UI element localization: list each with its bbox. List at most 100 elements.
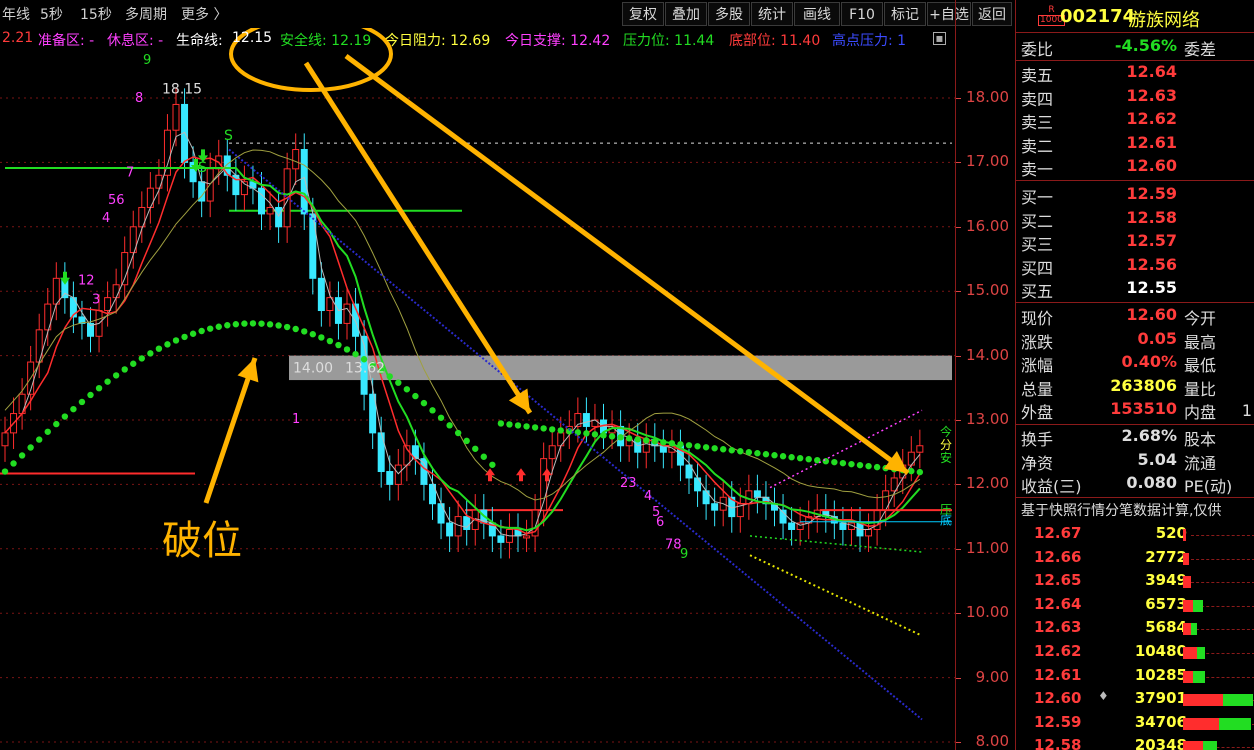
tick-bar-green: [1223, 694, 1253, 707]
sequence-label: 4: [644, 489, 652, 504]
safety-line-dot: [78, 398, 86, 406]
price-tick-label: 14.00: [966, 345, 1009, 364]
candle-body: [582, 413, 590, 427]
stat-value: 153510: [1110, 399, 1177, 419]
sequence-label: 6: [656, 515, 664, 530]
stats-button[interactable]: 统计: [751, 2, 793, 26]
safety-line-dot: [839, 459, 847, 467]
sell-row[interactable]: 卖五 12.64: [1016, 62, 1254, 85]
safety-line-dot: [292, 325, 299, 333]
sell-price: 12.63: [1126, 85, 1177, 105]
safety-line-dot: [796, 454, 804, 462]
draw-line-button[interactable]: 画线: [794, 2, 840, 26]
safety-line-dot: [343, 346, 351, 353]
safety-line-dot: [831, 458, 838, 466]
price-tick-label: 8.00: [975, 732, 1009, 750]
s-signal-label: S: [198, 160, 207, 176]
up-arrow-icon: [516, 468, 526, 482]
safety-line-dot: [472, 445, 479, 452]
period-more[interactable]: 更多 〉: [181, 4, 227, 24]
sequence-label: 4: [102, 211, 110, 226]
stat-label: 涨跌: [1021, 332, 1054, 352]
sell-price: 12.62: [1126, 109, 1177, 129]
sell-row[interactable]: 卖四 12.63: [1016, 86, 1254, 109]
safety-line-dot: [523, 423, 530, 430]
safety-line-dot: [189, 330, 197, 337]
tick-row: 12.62 10480: [1016, 642, 1254, 665]
period-multi[interactable]: 多周期: [125, 4, 167, 24]
multi-stock-button[interactable]: 多股: [708, 2, 750, 26]
price-tick-mark: [956, 291, 961, 293]
candle-body: [882, 490, 890, 511]
safety-line-dot: [762, 451, 770, 458]
weibi-value: -4.56%: [1114, 36, 1177, 55]
price-tick-mark: [956, 548, 961, 550]
candle-body: [112, 284, 120, 299]
stat2-label: 换手: [1021, 430, 1054, 449]
buy-row[interactable]: 买四 12.56: [1016, 255, 1254, 278]
tick-price: 12.59: [1034, 712, 1082, 731]
tick-volume: 5684: [1145, 618, 1187, 637]
tick-volume: 3949: [1145, 571, 1187, 590]
right-tag-label: 底: [940, 512, 952, 527]
safety-line-dot: [326, 337, 334, 345]
buy-row[interactable]: 买五 12.55: [1016, 278, 1254, 301]
buy-price: 12.57: [1126, 231, 1177, 251]
price-tick-label: 13.00: [966, 410, 1009, 428]
sequence-label: 9: [680, 547, 688, 562]
buy-row[interactable]: 买一 12.59: [1016, 184, 1254, 207]
indicator-shengming-label: 生命线:: [176, 33, 223, 49]
price-tick-mark: [956, 98, 961, 99]
safety-line-dot: [771, 452, 778, 459]
candle-body: [865, 528, 873, 537]
expand-icon[interactable]: ▪: [933, 32, 946, 45]
safety-line-dot: [70, 405, 77, 413]
price-tick-mark: [956, 162, 961, 164]
tick-bar-green: [1203, 741, 1217, 750]
safety-line-dot: [352, 350, 359, 358]
tick-bar-green: [1193, 670, 1205, 683]
safety-line-dot: [429, 407, 436, 414]
safety-line-dot: [557, 427, 564, 434]
safety-line-dot: [266, 321, 274, 328]
indicator-gaodian: 高点压力: 1: [832, 33, 907, 49]
safety-line-dot: [181, 333, 188, 341]
fuquan-button[interactable]: 复权: [622, 2, 664, 26]
safety-line-dot: [805, 455, 812, 463]
safety-line-dot: [318, 334, 325, 341]
sell-label: 卖二: [1021, 136, 1054, 156]
sequence-label: 3: [92, 293, 100, 308]
stat-row: 涨跌 0.05 最高: [1016, 329, 1254, 352]
kline-chart[interactable]: 18.15 14.00 13.62 9 8 7 56 4 12 3 1 23 4 5 6 78 9 S S 今分安压底: [0, 16, 1014, 750]
safety-line-dot: [36, 436, 43, 443]
buy-price: 12.58: [1126, 207, 1177, 227]
safety-line-dot: [95, 384, 103, 392]
sell-row[interactable]: 卖二 12.61: [1016, 133, 1254, 156]
period-year[interactable]: 年线: [2, 4, 30, 24]
buy-row[interactable]: 买二 12.58: [1016, 208, 1254, 231]
safety-line-dot: [591, 431, 599, 438]
sell-row[interactable]: 卖三 12.62: [1016, 109, 1254, 132]
period-15s[interactable]: 15秒: [80, 4, 112, 24]
safety-line-dot: [489, 461, 496, 468]
f10-button[interactable]: F10: [841, 2, 883, 26]
sell-label: 卖五: [1021, 66, 1054, 85]
candle-body: [155, 174, 163, 189]
mark-button[interactable]: 标记: [884, 2, 926, 26]
safety-line-dot: [848, 460, 855, 468]
overlay-button[interactable]: 叠加: [665, 2, 707, 26]
sell-row[interactable]: 卖一 12.60: [1016, 156, 1254, 179]
buy-row[interactable]: 买三 12.57: [1016, 231, 1254, 254]
candle-body: [206, 168, 214, 202]
buy-label: 买二: [1021, 211, 1054, 231]
tick-volume: 10480: [1134, 642, 1187, 660]
stat-value: 0.40%: [1121, 352, 1177, 372]
tick-price: 12.61: [1034, 665, 1082, 684]
price-tick-mark: [956, 742, 961, 743]
period-5s[interactable]: 5秒: [40, 4, 63, 24]
arrow-to-breakdown: [203, 357, 258, 504]
stat-row: 涨幅 0.40% 最低: [1016, 352, 1254, 375]
safety-line-dot: [164, 341, 171, 348]
safety-line-dot: [583, 430, 590, 437]
candle-body: [497, 535, 505, 543]
